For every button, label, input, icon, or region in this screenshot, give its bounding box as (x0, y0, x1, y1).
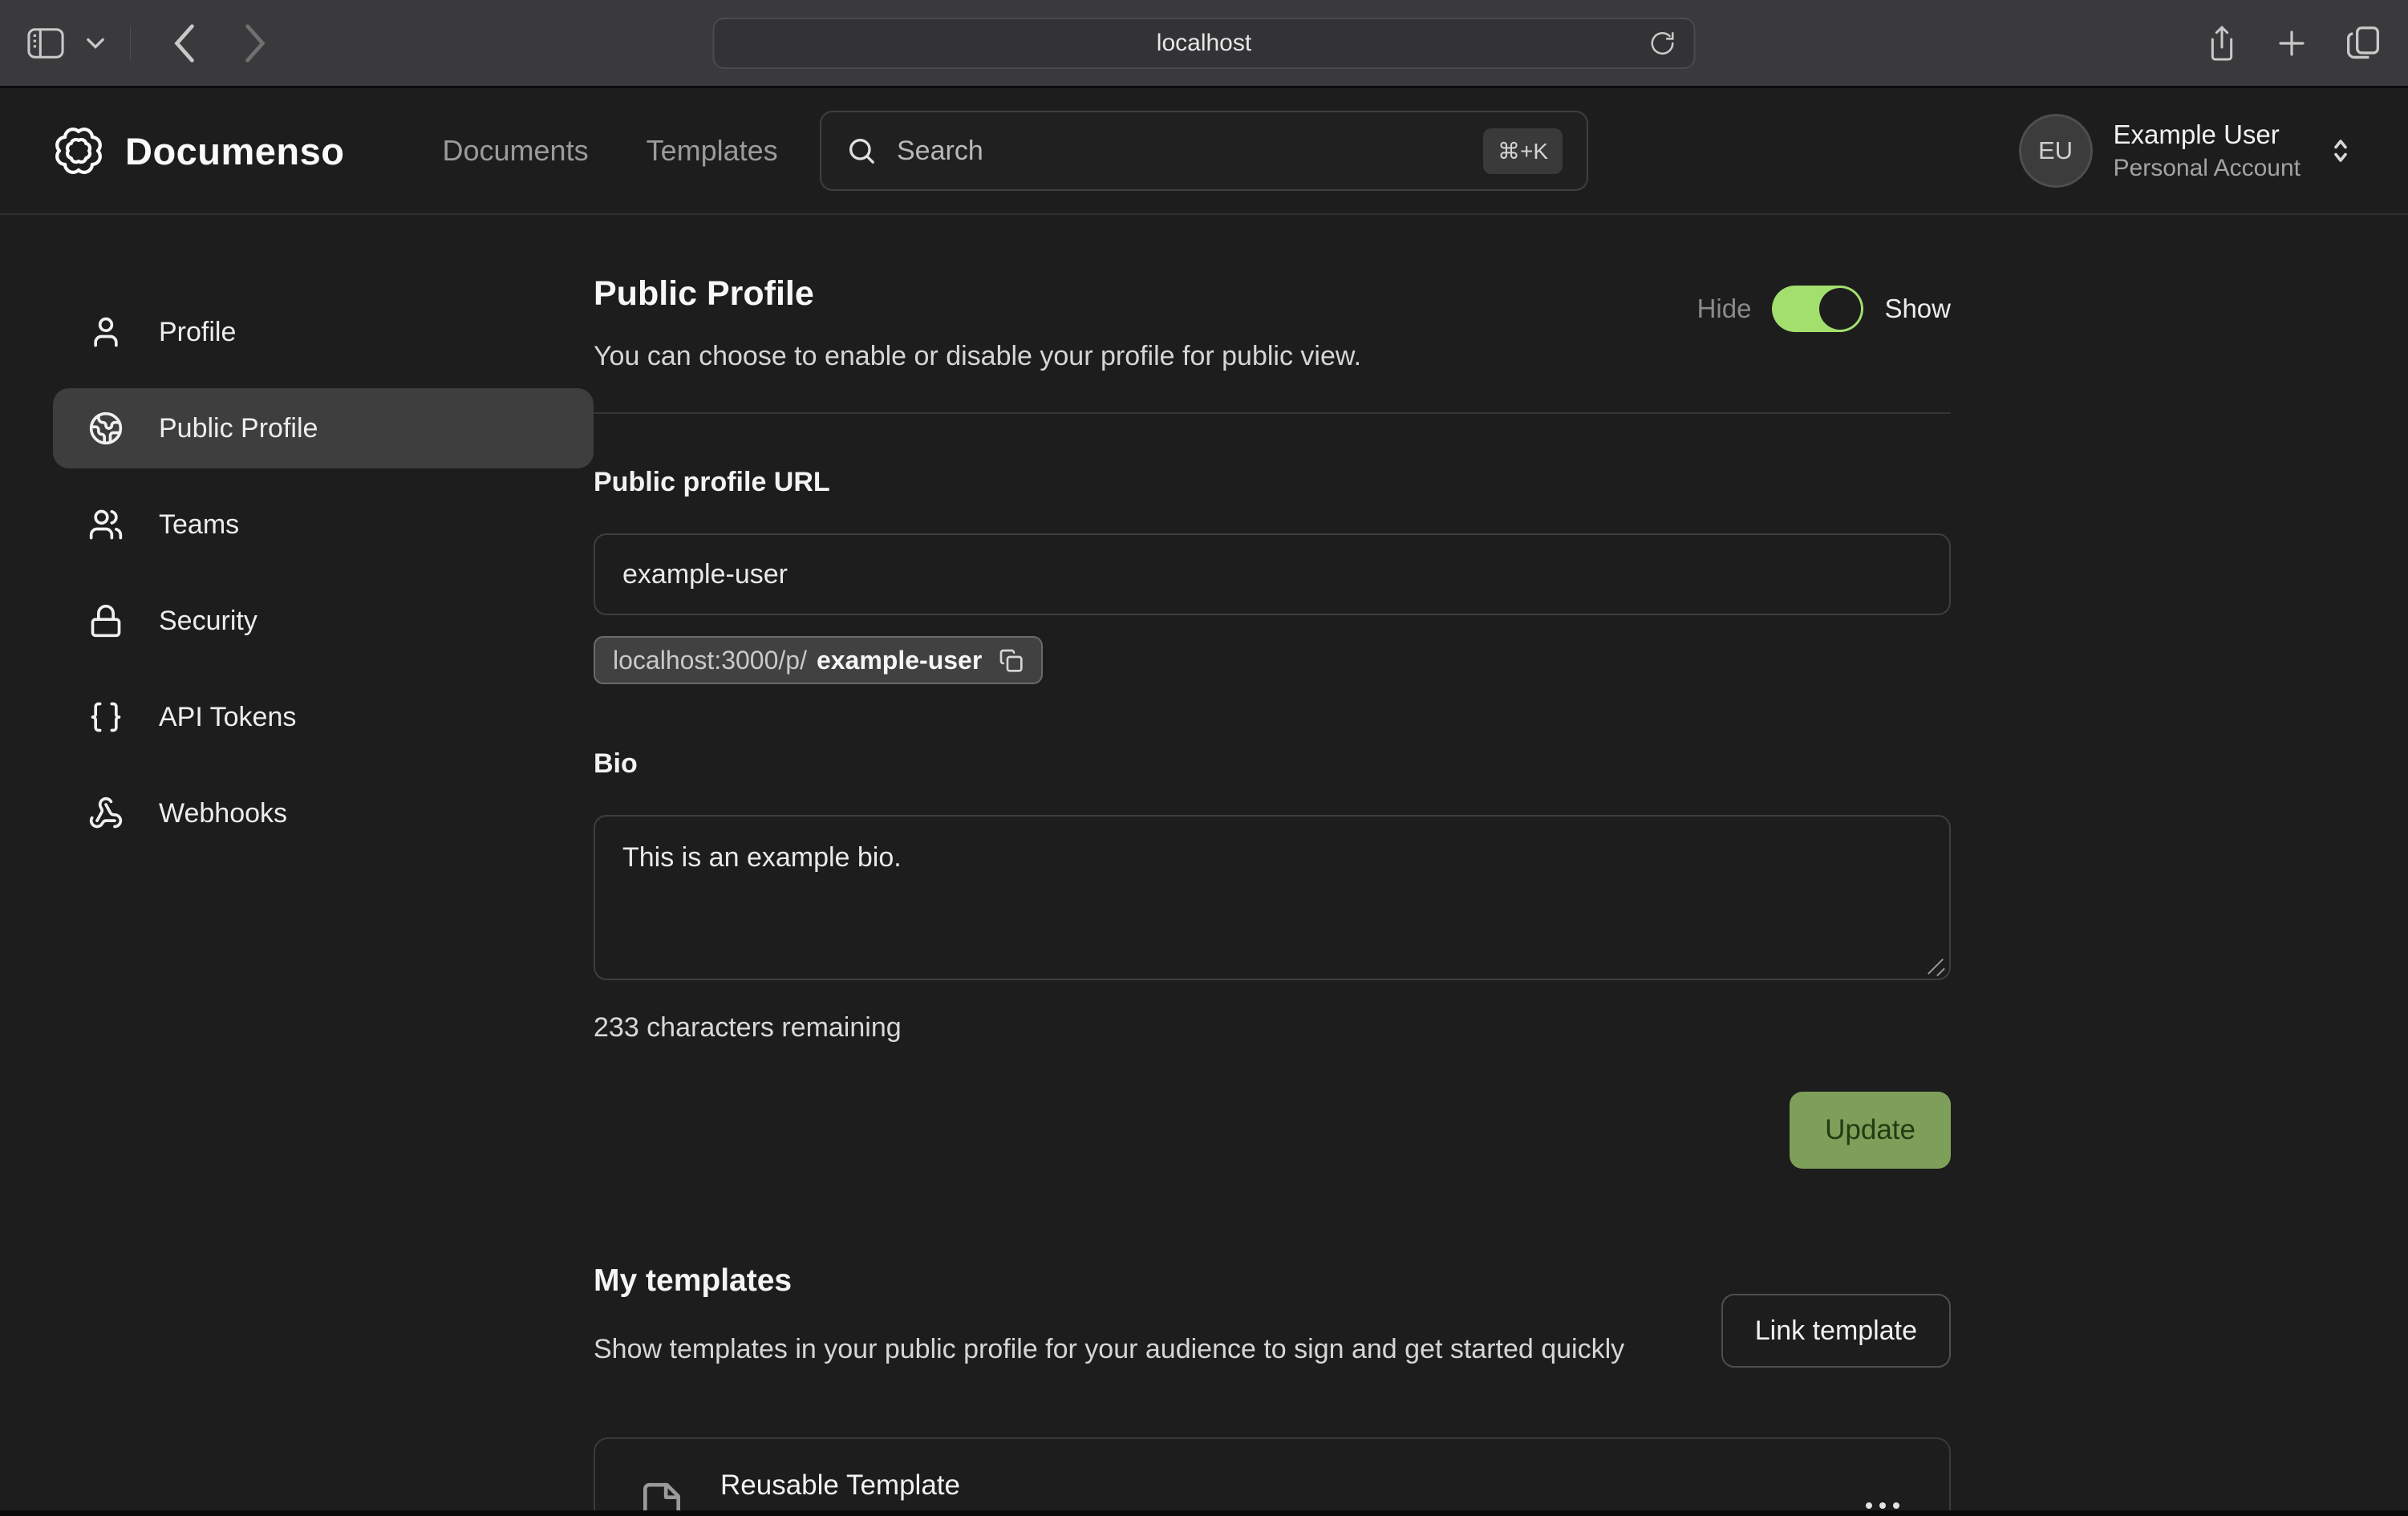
address-url: localhost (1157, 30, 1251, 57)
divider (130, 26, 131, 61)
toggle-knob (1819, 288, 1861, 330)
sidebar-item-label: Webhooks (159, 798, 287, 829)
user-name: Example User (2114, 118, 2301, 152)
browser-chrome: localhost (0, 0, 2408, 88)
brand[interactable]: Documenso (53, 125, 345, 176)
my-templates-title: My templates (594, 1263, 1624, 1299)
share-icon[interactable] (2206, 24, 2238, 63)
tab-overview-icon[interactable] (2345, 25, 2381, 62)
new-tab-icon[interactable] (2275, 26, 2309, 60)
globe-icon (88, 411, 124, 446)
profile-url-copy-chip[interactable]: localhost:3000/p/ example-user (594, 636, 1043, 684)
webhook-icon (88, 796, 124, 831)
address-bar[interactable]: localhost (713, 18, 1696, 69)
sidebar-item-security[interactable]: Security (53, 581, 594, 661)
link-template-button[interactable]: Link template (1721, 1294, 1951, 1368)
search-icon (845, 135, 878, 167)
sidebar-item-label: Profile (159, 317, 236, 348)
template-name: Reusable Template (720, 1469, 1369, 1502)
user-menu[interactable]: EU Example User Personal Account (2019, 114, 2355, 188)
nav-documents[interactable]: Documents (443, 134, 589, 168)
avatar: EU (2019, 114, 2093, 188)
screen-bottom-edge (0, 1510, 2408, 1516)
chevrons-up-down-icon (2326, 135, 2355, 167)
copy-icon (998, 647, 1024, 673)
brand-name: Documenso (125, 129, 345, 173)
sidebar-item-teams[interactable]: Teams (53, 484, 594, 565)
profile-url-label: Public profile URL (594, 467, 1951, 498)
sidebar-item-profile[interactable]: Profile (53, 292, 594, 372)
app-header: Documenso Documents Templates ⌘+K EU Exa… (0, 88, 2408, 215)
profile-url-prefix: localhost:3000/p/ (613, 646, 807, 675)
sidebar-item-webhooks[interactable]: Webhooks (53, 773, 594, 853)
chevron-down-icon[interactable] (87, 37, 104, 50)
lock-icon (88, 603, 124, 638)
main-content: Public Profile You can choose to enable … (594, 215, 1951, 1516)
search-input[interactable] (897, 136, 1464, 167)
my-templates-description: Show templates in your public profile fo… (594, 1329, 1624, 1370)
settings-sidebar: Profile Public Profile Teams Security AP… (0, 215, 594, 869)
sidebar-item-public-profile[interactable]: Public Profile (53, 388, 594, 468)
search-box[interactable]: ⌘+K (820, 111, 1588, 191)
profile-url-slug: example-user (817, 646, 982, 675)
characters-remaining: 233 characters remaining (594, 1012, 1951, 1044)
page-subtitle: You can choose to enable or disable your… (594, 341, 1361, 372)
divider (594, 412, 1951, 414)
sidebar-toggle-icon[interactable] (27, 27, 64, 59)
bio-label: Bio (594, 748, 1951, 780)
back-icon[interactable] (171, 22, 198, 64)
sidebar-item-label: Security (159, 606, 257, 637)
page-title: Public Profile (594, 274, 1361, 314)
template-card[interactable]: Reusable Template This is a reusable tem… (594, 1437, 1951, 1516)
search-shortcut-badge: ⌘+K (1483, 128, 1563, 174)
user-account-type: Personal Account (2114, 152, 2301, 184)
forward-icon[interactable] (241, 22, 269, 64)
reload-icon[interactable] (1649, 30, 1676, 57)
documenso-logo-icon (53, 125, 104, 176)
profile-visibility-toggle[interactable] (1772, 286, 1863, 332)
update-button[interactable]: Update (1790, 1092, 1951, 1169)
sidebar-item-label: API Tokens (159, 702, 296, 733)
users-icon (88, 507, 124, 542)
nav-templates[interactable]: Templates (647, 134, 778, 168)
sidebar-item-label: Teams (159, 509, 239, 541)
braces-icon (88, 699, 124, 735)
bio-textarea[interactable]: This is an example bio. (594, 815, 1951, 980)
top-nav: Documents Templates (443, 134, 778, 168)
profile-url-input[interactable] (594, 533, 1951, 615)
sidebar-item-api-tokens[interactable]: API Tokens (53, 677, 594, 757)
user-icon (88, 314, 124, 350)
toggle-show-label: Show (1884, 294, 1951, 324)
toggle-hide-label: Hide (1697, 294, 1752, 324)
sidebar-item-label: Public Profile (159, 413, 318, 444)
